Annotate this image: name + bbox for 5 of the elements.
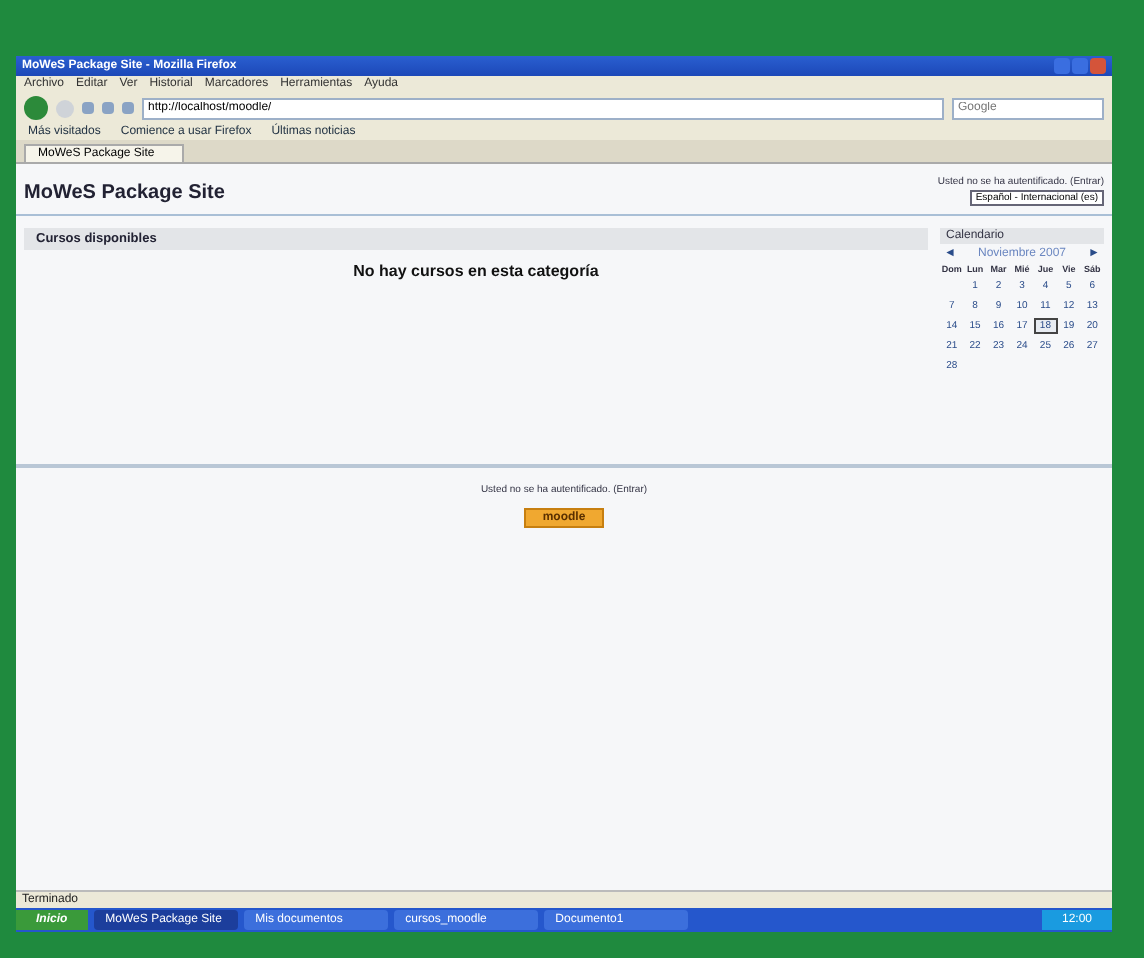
back-button[interactable]: [24, 96, 48, 120]
close-button[interactable]: [1090, 58, 1106, 74]
site-title: MoWeS Package Site: [24, 182, 225, 204]
empty-message: No hay cursos en esta categoría: [351, 262, 601, 280]
forward-button[interactable]: [56, 99, 74, 117]
